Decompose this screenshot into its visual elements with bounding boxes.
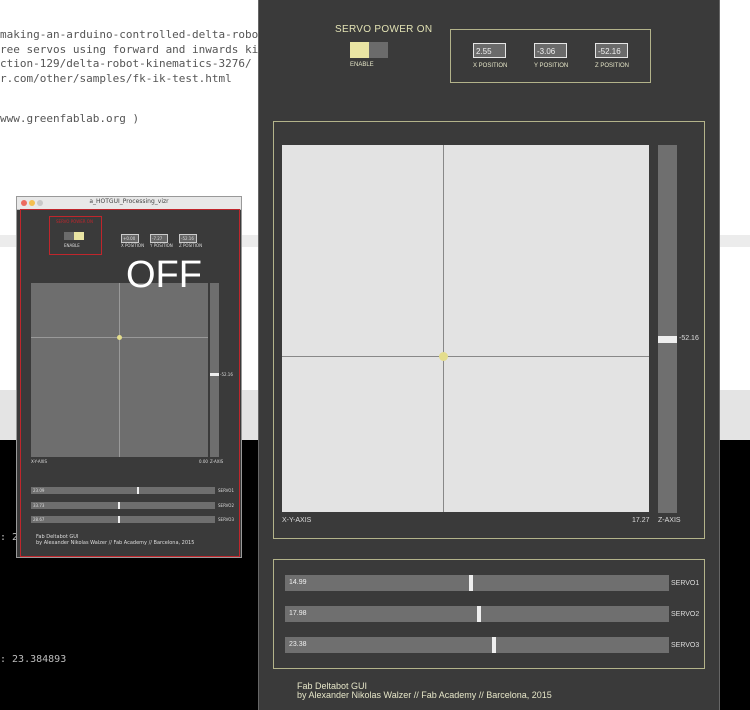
servo1-handle[interactable] xyxy=(469,575,473,591)
code-line[interactable]: www.greenfablab.org ) xyxy=(0,112,139,125)
small-servo-power-label: SERVO POWER ON xyxy=(56,219,93,224)
code-line[interactable]: r.com/other/samples/fk-ik-test.html xyxy=(0,72,232,85)
small-servo1-slider[interactable]: 23.09 xyxy=(31,487,215,494)
servo3-handle[interactable] xyxy=(492,637,496,653)
z-position-label: Z POSITION xyxy=(595,63,630,69)
x-position-field[interactable]: 2.55 xyxy=(473,43,506,58)
xy-cursor-handle[interactable] xyxy=(439,352,448,361)
z-slider-value: -52.16 xyxy=(679,335,699,342)
small-servo1-handle[interactable] xyxy=(137,487,139,494)
small-z-field[interactable]: -52.16 xyxy=(179,234,197,243)
small-servo2-label: SERVO2 xyxy=(218,503,234,508)
main-gui-window: SERVO POWER ON ENABLE 2.55 X POSITION -3… xyxy=(258,0,720,710)
servo2-slider[interactable]: 17.98 xyxy=(285,606,669,622)
small-gui-window: a_HOTGUI_Processing_vizr SERVO POWER ON … xyxy=(17,197,241,557)
servo3-label: SERVO3 xyxy=(671,642,700,649)
xy-pad[interactable] xyxy=(282,145,649,512)
servo2-value: 17.98 xyxy=(289,610,307,617)
enable-toggle[interactable] xyxy=(350,42,388,58)
z-slider-handle[interactable] xyxy=(658,336,677,343)
code-line[interactable]: ree servos using forward and inwards kin… xyxy=(0,43,278,56)
small-servo3-handle[interactable] xyxy=(118,516,120,523)
small-z-slider[interactable] xyxy=(210,283,219,457)
off-status-overlay: OFF xyxy=(126,254,202,296)
small-servo3-slider[interactable]: 28.67 xyxy=(31,516,215,523)
small-x-label: X POSITION xyxy=(121,243,145,248)
z-axis-label: Z-AXIS xyxy=(658,517,681,524)
servo2-label: SERVO2 xyxy=(671,611,700,618)
xy-vertical-crosshair xyxy=(443,145,444,512)
code-line[interactable]: ction-129/delta-robot-kinematics-3276/ xyxy=(0,57,252,70)
xy-value: 17.27 xyxy=(632,517,650,524)
servo3-slider[interactable]: 23.38 xyxy=(285,637,669,653)
small-servo2-value: 33.73 xyxy=(33,503,45,508)
servo-power-label: SERVO POWER ON xyxy=(335,24,433,35)
xy-control-panel: X-Y-AXIS 17.27 -52.16 Z-AXIS xyxy=(273,121,705,539)
xy-horizontal-crosshair xyxy=(282,356,649,357)
xy-axis-label: X-Y-AXIS xyxy=(282,517,312,524)
credit-subtitle: by Alexander Nikolas Walzer // Fab Acade… xyxy=(297,690,552,700)
servo1-value: 14.99 xyxy=(289,579,307,586)
small-y-value: -7.27 xyxy=(152,236,163,241)
small-xy-axis-label: X-Y-AXIS xyxy=(31,459,48,464)
small-xy-cursor[interactable] xyxy=(117,335,122,340)
small-x-field[interactable]: +0.00 xyxy=(121,234,139,243)
small-enable-label: ENABLE xyxy=(64,243,80,248)
z-axis-slider[interactable] xyxy=(658,145,677,513)
small-power-box: SERVO POWER ON ENABLE xyxy=(49,216,102,255)
enable-off-segment[interactable] xyxy=(369,42,388,58)
enable-label: ENABLE xyxy=(350,62,374,68)
small-z-slider-value: -52.16 xyxy=(220,372,233,377)
console-line: : 23.384893 xyxy=(0,654,67,665)
x-position-label: X POSITION xyxy=(473,63,508,69)
small-servo1-value: 23.09 xyxy=(33,488,45,493)
small-z-value: -52.16 xyxy=(181,236,194,241)
small-y-label: Y POSITION xyxy=(150,243,173,248)
small-servo2-slider[interactable]: 33.73 xyxy=(31,502,215,509)
small-y-field[interactable]: -7.27 xyxy=(150,234,168,243)
enable-on-segment[interactable] xyxy=(350,42,369,58)
small-z-handle[interactable] xyxy=(210,373,219,376)
small-xy-value: 0.00 xyxy=(199,459,208,464)
code-line[interactable]: making-an-arduino-controlled-delta-robot… xyxy=(0,28,272,41)
small-x-value: +0.00 xyxy=(123,236,136,241)
small-z-axis-label: Z-AXIS xyxy=(210,459,224,464)
small-enable-toggle[interactable] xyxy=(64,232,84,240)
servo1-label: SERVO1 xyxy=(671,580,700,587)
small-xy-area[interactable] xyxy=(31,283,208,457)
small-servo3-label: SERVO3 xyxy=(218,517,234,522)
servo3-value: 23.38 xyxy=(289,641,307,648)
small-window-title: a_HOTGUI_Processing_vizr xyxy=(89,198,169,205)
console-line: : 2 xyxy=(0,532,19,543)
small-servo2-handle[interactable] xyxy=(118,502,120,509)
y-position-field[interactable]: -3.06 xyxy=(534,43,567,58)
servo2-handle[interactable] xyxy=(477,606,481,622)
servo-panel: 14.99 SERVO1 17.98 SERVO2 23.38 SERVO3 xyxy=(273,559,705,669)
small-credit-sub: by Alexander Nikolas Walzer // Fab Acade… xyxy=(36,540,195,546)
small-servo1-label: SERVO1 xyxy=(218,488,234,493)
z-position-field[interactable]: -52.16 xyxy=(595,43,628,58)
small-z-label: Z POSITION xyxy=(179,243,203,248)
y-position-label: Y POSITION xyxy=(534,63,569,69)
small-servo3-value: 28.67 xyxy=(33,517,45,522)
servo1-slider[interactable]: 14.99 xyxy=(285,575,669,591)
position-panel: 2.55 X POSITION -3.06 Y POSITION -52.16 … xyxy=(450,29,651,83)
